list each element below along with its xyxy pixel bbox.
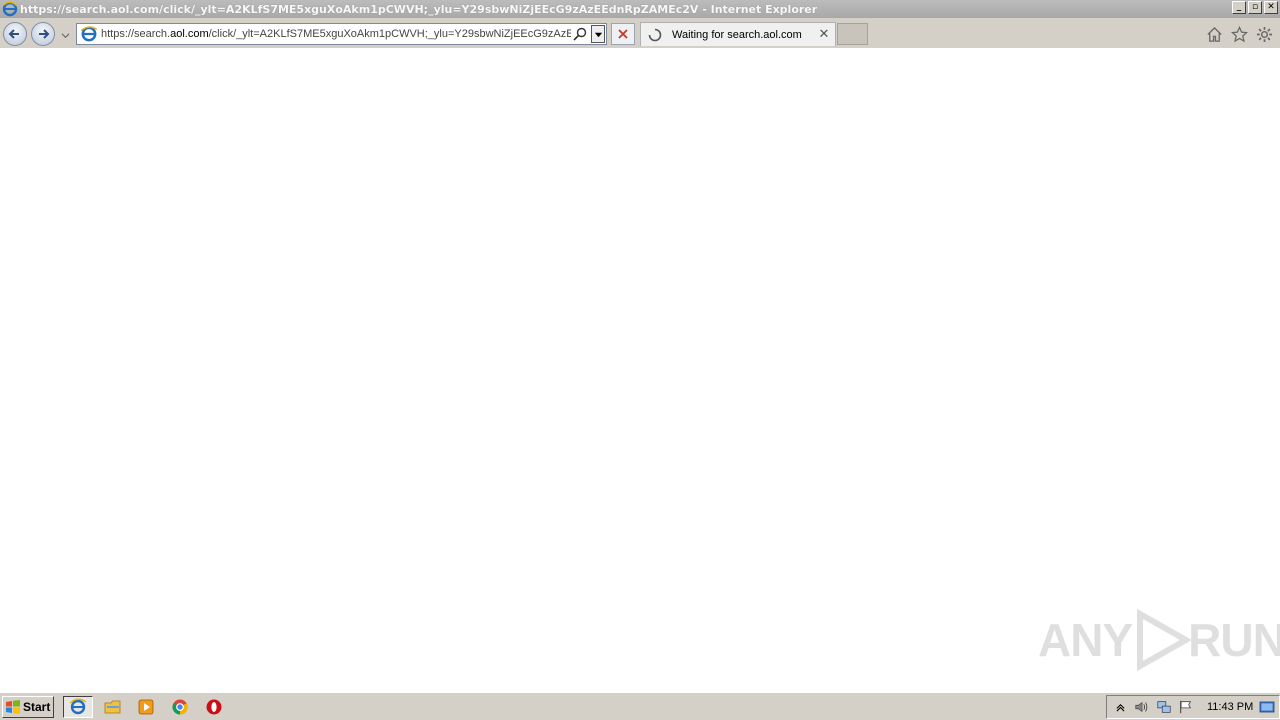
address-dropdown-button[interactable] xyxy=(591,25,605,43)
loading-spinner-icon xyxy=(648,28,662,41)
flag-icon xyxy=(1180,700,1192,714)
play-triangle-icon xyxy=(1137,608,1193,672)
opera-icon xyxy=(206,699,222,715)
tray-expand-button[interactable] xyxy=(1111,698,1129,716)
start-button[interactable]: Start xyxy=(2,696,54,718)
internet-explorer-icon xyxy=(69,698,87,715)
url-suffix: /click/_ylt=A2KLfS7ME5xguXoAkm1pCWVH;_yl… xyxy=(208,28,571,40)
history-dropdown[interactable] xyxy=(60,30,70,40)
home-icon xyxy=(1206,26,1222,42)
url-domain: aol.com xyxy=(170,28,209,40)
forward-button[interactable] xyxy=(31,22,55,46)
start-label: Start xyxy=(23,700,51,714)
back-button[interactable] xyxy=(3,22,27,46)
home-button[interactable] xyxy=(1205,25,1223,43)
ie-logo-icon xyxy=(2,1,18,17)
media-player-icon xyxy=(138,699,154,715)
windows-logo-icon xyxy=(6,700,20,714)
system-tray: 11:43 PM xyxy=(1106,695,1280,719)
gear-icon xyxy=(1256,26,1272,42)
back-arrow-icon xyxy=(8,29,19,39)
title-bar: https://search.aol.com/click/_ylt=A2KLfS… xyxy=(0,0,1280,18)
tab-label: Waiting for search.aol.com xyxy=(672,28,802,41)
tab-active[interactable]: Waiting for search.aol.com ✕ xyxy=(640,22,836,46)
network-button[interactable] xyxy=(1155,698,1173,716)
window-title: https://search.aol.com/click/_ylt=A2KLfS… xyxy=(20,2,818,16)
favorites-button[interactable] xyxy=(1230,25,1248,43)
tab-close-button[interactable]: ✕ xyxy=(817,27,831,42)
star-icon xyxy=(1230,25,1248,42)
search-icon[interactable] xyxy=(572,26,588,42)
close-window-button[interactable]: ✕ xyxy=(1264,1,1278,14)
stop-button[interactable] xyxy=(611,23,635,45)
taskbar-chrome[interactable] xyxy=(165,696,195,718)
minimize-button[interactable]: _ xyxy=(1232,1,1246,14)
folder-icon xyxy=(104,700,121,714)
chrome-icon xyxy=(172,699,188,715)
chevron-up-icon xyxy=(1116,703,1124,711)
address-bar[interactable]: https://search.aol.com/click/_ylt=A2KLfS… xyxy=(76,23,607,45)
taskbar-media-player[interactable] xyxy=(131,696,161,718)
watermark-text-right: RUN xyxy=(1188,614,1280,666)
show-desktop-icon[interactable] xyxy=(1259,699,1275,715)
navigation-bar: https://search.aol.com/click/_ylt=A2KLfS… xyxy=(0,18,1280,48)
taskbar: Start 11:43 PM xyxy=(0,692,1280,720)
page-content xyxy=(0,48,1280,692)
taskbar-ie[interactable] xyxy=(63,696,93,718)
speaker-icon xyxy=(1135,701,1148,713)
ie-page-icon xyxy=(80,26,98,42)
tools-button[interactable] xyxy=(1255,25,1273,43)
taskbar-opera[interactable] xyxy=(199,696,229,718)
close-icon xyxy=(618,29,628,39)
clock[interactable]: 11:43 PM xyxy=(1207,701,1253,713)
volume-button[interactable] xyxy=(1133,698,1151,716)
chevron-down-icon xyxy=(61,32,69,38)
watermark-text-left: ANY xyxy=(1038,614,1133,666)
network-icon xyxy=(1157,701,1171,713)
taskbar-explorer[interactable] xyxy=(98,696,128,718)
restore-button[interactable]: ▫ xyxy=(1248,1,1262,14)
chevron-down-icon xyxy=(594,32,602,37)
address-url[interactable]: https://search.aol.com/click/_ylt=A2KLfS… xyxy=(101,28,571,40)
new-tab-button[interactable] xyxy=(837,23,868,45)
window-controls: _ ▫ ✕ xyxy=(1232,1,1278,14)
action-center-button[interactable] xyxy=(1177,698,1195,716)
forward-arrow-icon xyxy=(39,29,50,39)
anyrun-watermark: ANY RUN xyxy=(1038,608,1280,672)
url-prefix: https://search. xyxy=(101,28,171,40)
